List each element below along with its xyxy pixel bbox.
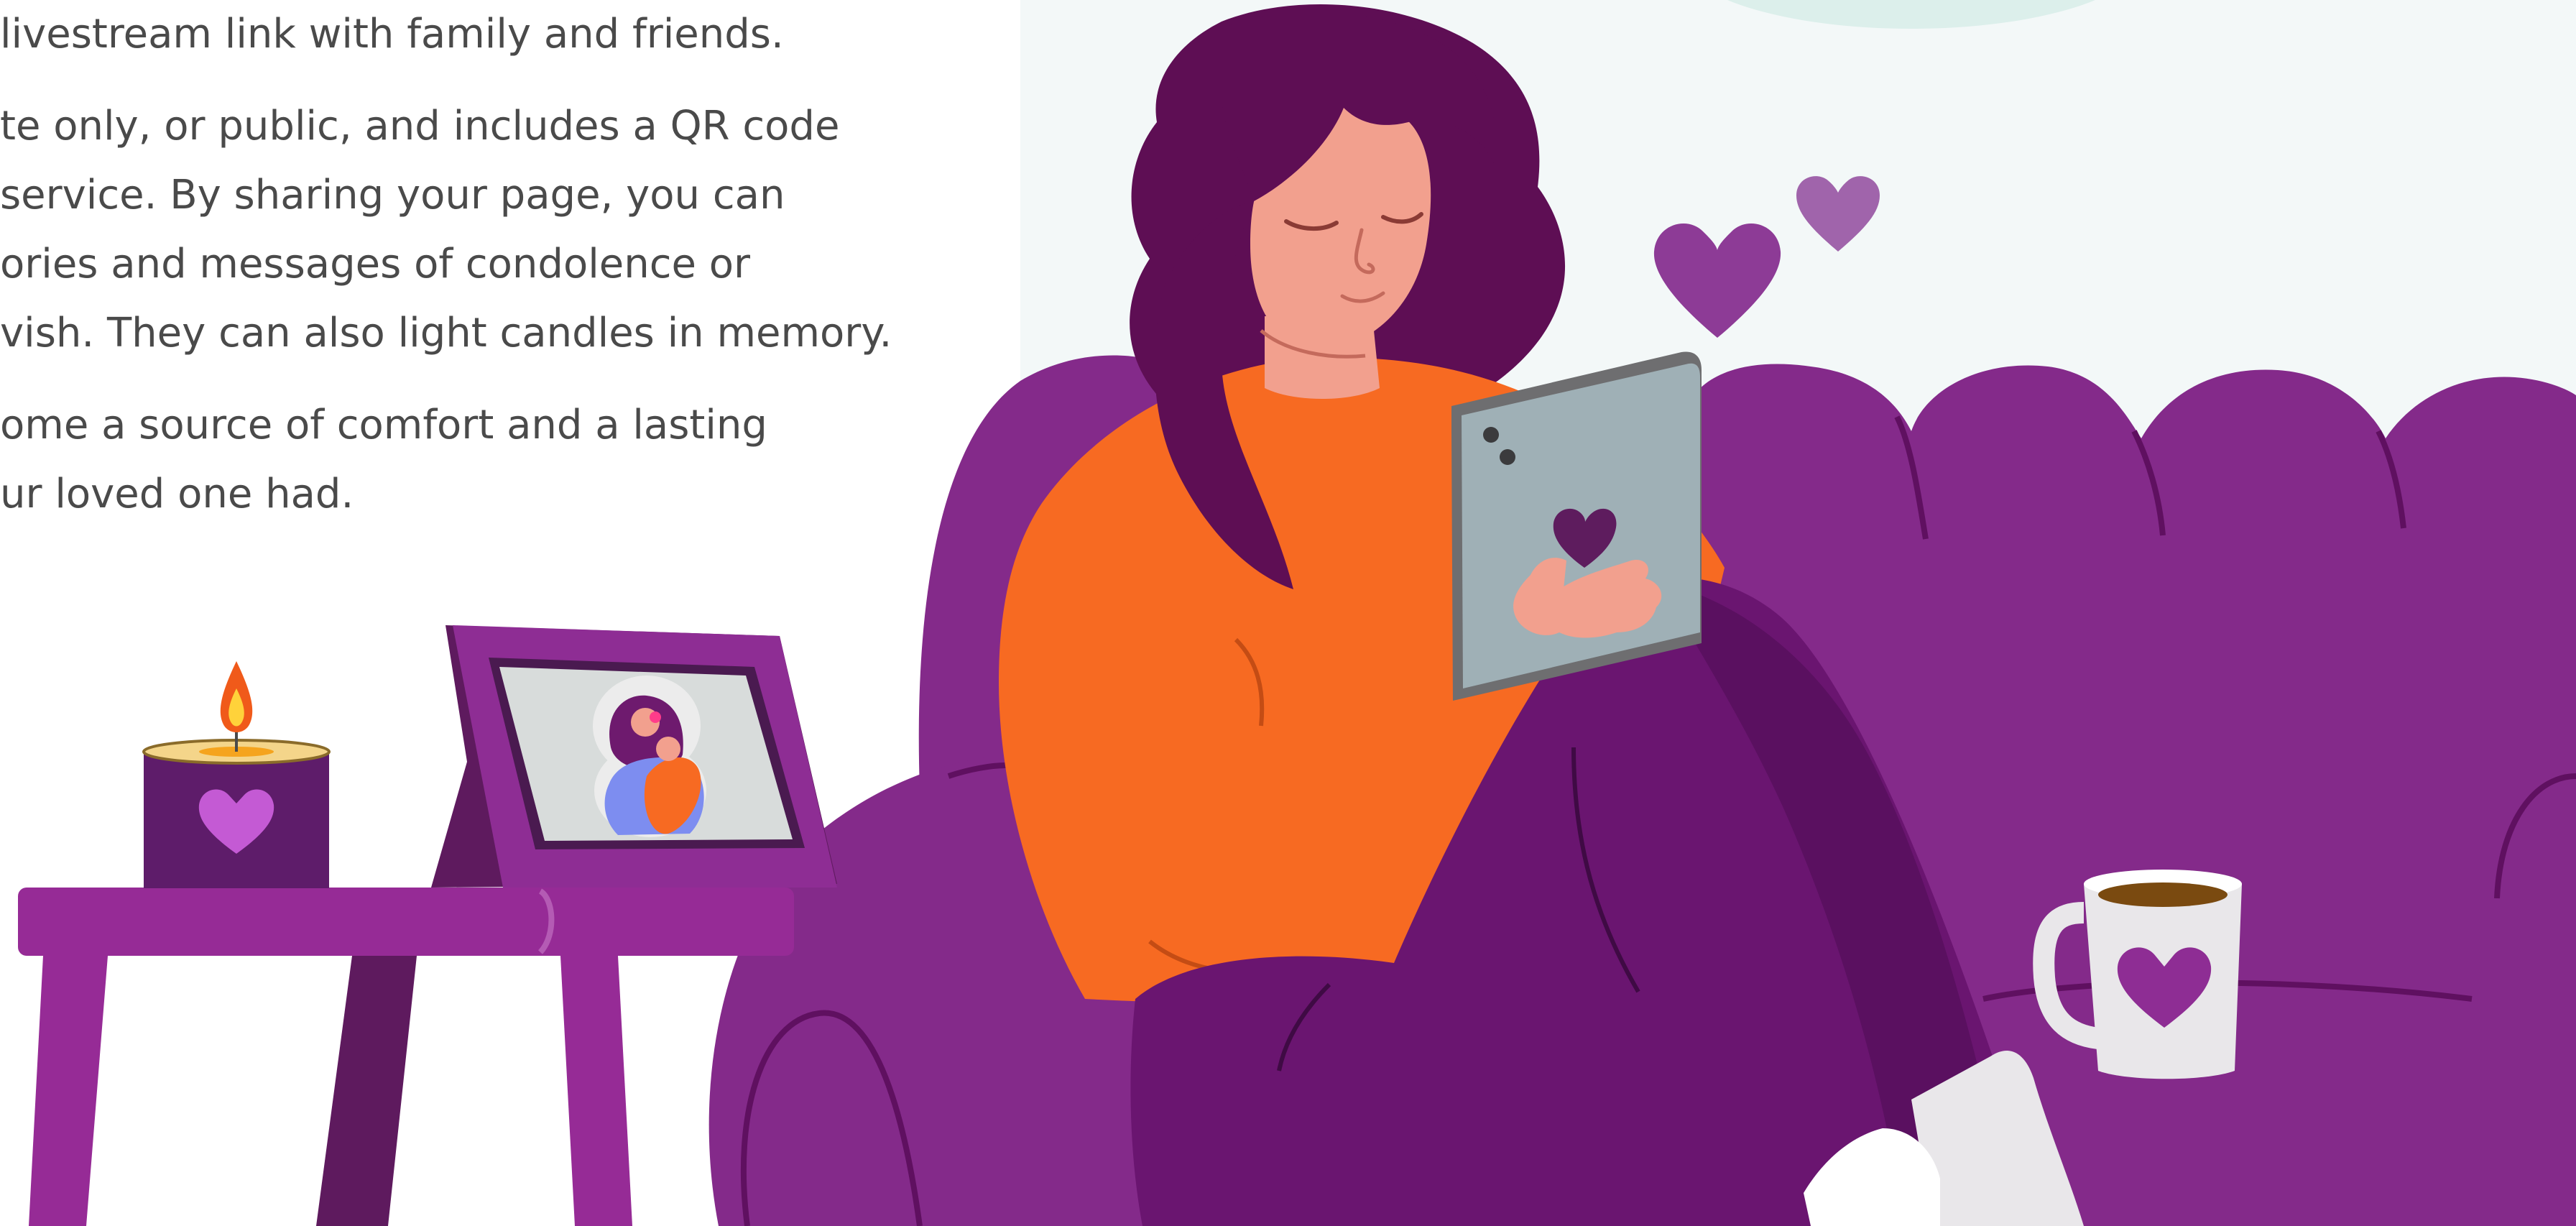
tablet-heart-icon [1451,351,1702,701]
candle-flame-icon [220,661,253,732]
side-table [18,888,794,1226]
candle [142,661,331,888]
illustration [18,0,2576,1226]
photo-frame-icon [431,625,837,888]
